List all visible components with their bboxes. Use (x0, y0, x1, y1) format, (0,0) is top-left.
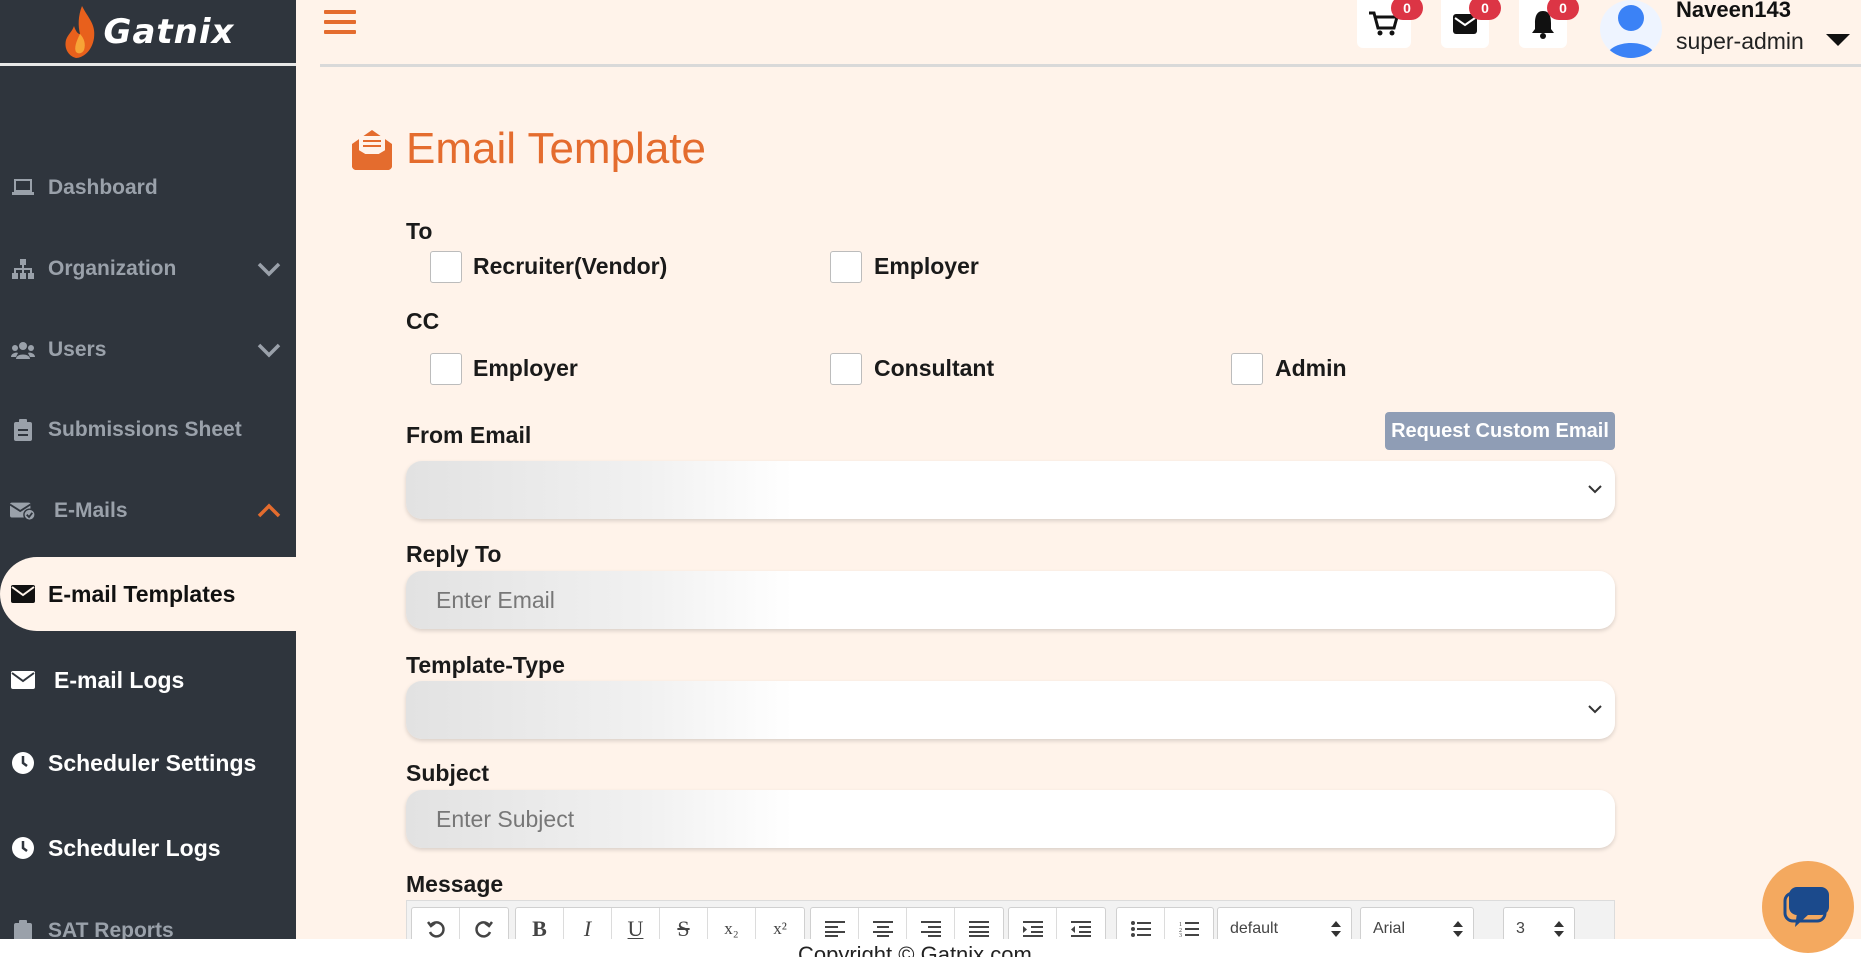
sidebar-item-organization[interactable]: Organization (0, 252, 296, 286)
select-arrows-icon (1453, 921, 1463, 937)
clock-icon (10, 835, 36, 861)
chevron-up-icon (257, 503, 281, 518)
sidebar-item-label: Dashboard (48, 176, 158, 199)
cart-button[interactable]: 0 (1357, 0, 1423, 48)
font-size-select-value: default (1230, 920, 1279, 937)
sidebar-item-emails[interactable]: E-Mails (0, 494, 296, 528)
sidebar-item-sat-reports[interactable]: SAT Reports (0, 914, 296, 939)
to-recruiter-label: Recruiter(Vendor) (473, 253, 668, 279)
sidebar-item-label: Organization (48, 257, 177, 280)
avatar[interactable] (1600, 0, 1662, 58)
cc-label: CC (406, 308, 440, 334)
cc-employer-checkbox[interactable] (430, 353, 462, 385)
page-title: Email Template (406, 124, 706, 173)
logo[interactable]: Gatnix (0, 0, 296, 66)
size-select-value: 3 (1516, 920, 1525, 937)
mail-count-badge: 0 (1469, 0, 1501, 20)
sidebar-item-label: Submissions Sheet (48, 418, 242, 441)
sidebar-item-scheduler-logs[interactable]: Scheduler Logs (0, 831, 296, 865)
flame-logo-icon (65, 5, 94, 58)
cart-count-badge: 0 (1391, 0, 1423, 20)
subject-label: Subject (406, 760, 490, 786)
envelope-open-icon (352, 130, 392, 170)
sidebar-item-email-templates[interactable]: E-mail Templates (0, 557, 296, 631)
cc-consultant-label: Consultant (874, 355, 995, 381)
cc-admin-label: Admin (1275, 355, 1347, 381)
user-name: Naveen143 (1676, 0, 1791, 22)
from-email-select[interactable] (406, 461, 1615, 519)
header-divider (320, 64, 1861, 67)
template-type-select[interactable] (406, 681, 1615, 739)
sidebar-item-label: SAT Reports (48, 919, 174, 939)
mail-button[interactable]: 0 (1441, 0, 1501, 48)
chevron-down-icon (257, 262, 281, 277)
subject-input[interactable]: Enter Subject (406, 790, 1615, 848)
envelope-icon (10, 581, 36, 607)
notifications-button[interactable]: 0 (1519, 0, 1579, 48)
request-custom-email-button[interactable]: Request Custom Email (1385, 412, 1615, 450)
to-employer-label: Employer (874, 253, 979, 279)
sidebar-item-dashboard[interactable]: Dashboard (0, 172, 296, 204)
cc-employer-label: Employer (473, 355, 578, 381)
user-menu-caret-icon[interactable] (1826, 34, 1850, 46)
sitemap-icon (10, 256, 36, 282)
sidebar-item-scheduler-settings[interactable]: Scheduler Settings (0, 746, 296, 780)
sidebar-item-submissions-sheet[interactable]: Submissions Sheet (0, 413, 296, 447)
copyright-text: Copyright © Gatnix.com (798, 942, 1032, 957)
laptop-icon (10, 175, 36, 201)
chevron-down-icon (1588, 485, 1602, 494)
user-role: super-admin (1676, 28, 1804, 54)
to-recruiter-checkbox[interactable] (430, 251, 462, 283)
to-employer-checkbox[interactable] (830, 251, 862, 283)
svg-text:3: 3 (1179, 933, 1182, 937)
clipboard-icon (10, 918, 36, 939)
sidebar-item-label: Users (48, 338, 107, 361)
to-label: To (406, 218, 433, 244)
sidebar-item-email-logs[interactable]: E-mail Logs (0, 663, 296, 697)
chat-bubble-icon (1783, 887, 1829, 927)
envelope-check-icon (10, 498, 36, 524)
select-arrows-icon (1554, 921, 1564, 937)
logo-text: Gatnix (103, 11, 235, 52)
from-email-label: From Email (406, 422, 532, 448)
clipboard-icon (10, 417, 36, 443)
message-label: Message (406, 871, 504, 897)
subject-placeholder: Enter Subject (436, 805, 575, 832)
reply-to-placeholder: Enter Email (436, 586, 555, 613)
envelope-icon (10, 667, 36, 693)
chevron-down-icon (257, 343, 281, 358)
font-family-select-value: Arial (1373, 920, 1406, 937)
chevron-down-icon (1588, 705, 1602, 714)
sidebar-item-label: E-mail Logs (54, 666, 185, 693)
template-type-label: Template-Type (406, 652, 565, 678)
sidebar-item-users[interactable]: Users (0, 333, 296, 367)
select-arrows-icon (1331, 921, 1341, 937)
cc-consultant-checkbox[interactable] (830, 353, 862, 385)
chat-button[interactable] (1762, 861, 1854, 953)
sidebar-item-label: E-mail Templates (48, 580, 236, 607)
reply-to-label: Reply To (406, 541, 502, 567)
hamburger-menu-icon[interactable] (324, 10, 356, 38)
sidebar-item-label: E-Mails (54, 499, 128, 522)
sidebar-item-label: Scheduler Settings (48, 749, 257, 776)
reply-to-input[interactable]: Enter Email (406, 571, 1615, 629)
sidebar: Gatnix Dashboard Organization Users Subm… (0, 0, 296, 939)
cc-admin-checkbox[interactable] (1231, 353, 1263, 385)
clock-icon (10, 750, 36, 776)
bell-count-badge: 0 (1547, 0, 1579, 20)
user-avatar-icon (1606, 5, 1656, 58)
users-icon (10, 337, 36, 363)
sidebar-item-label: Scheduler Logs (48, 834, 221, 861)
